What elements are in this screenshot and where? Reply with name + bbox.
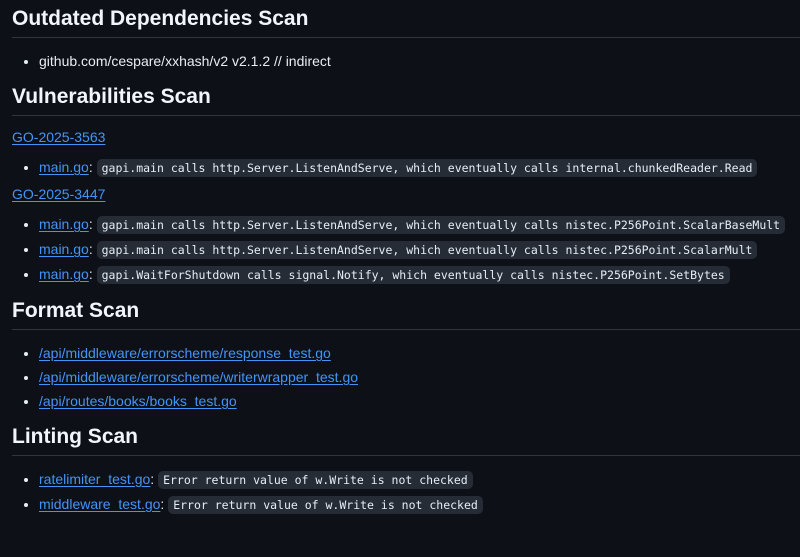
format-heading: Format Scan (12, 299, 800, 330)
vuln-link-go-2025-3447[interactable]: GO-2025-3447 (12, 184, 800, 204)
list-item: ratelimiter_test.go: Error return value … (39, 469, 800, 490)
linting-heading: Linting Scan (12, 425, 800, 456)
list-item: main.go: gapi.WaitForShutdown calls sign… (39, 264, 800, 285)
file-link[interactable]: /api/middleware/errorscheme/writerwrappe… (39, 369, 358, 385)
list-item: /api/middleware/errorscheme/writerwrappe… (39, 367, 800, 387)
list-item: middleware_test.go: Error return value o… (39, 494, 800, 515)
lint-message: Error return value of w.Write is not che… (168, 496, 483, 514)
separator: : (150, 471, 159, 487)
call-trace: gapi.main calls http.Server.ListenAndSer… (96, 241, 758, 259)
call-trace: gapi.main calls http.Server.ListenAndSer… (96, 216, 786, 234)
outdated-item: github.com/cespare/xxhash/v2 v2.1.2 // i… (39, 51, 800, 71)
report-page: Outdated Dependencies Scan github.com/ce… (0, 0, 800, 557)
outdated-heading: Outdated Dependencies Scan (12, 7, 800, 38)
separator: : (88, 159, 97, 175)
vuln-link-go-2025-3563[interactable]: GO-2025-3563 (12, 127, 800, 147)
call-trace: gapi.main calls http.Server.ListenAndSer… (96, 159, 758, 177)
list-item: /api/middleware/errorscheme/response_tes… (39, 343, 800, 363)
file-link[interactable]: middleware_test.go (39, 496, 160, 512)
file-link[interactable]: main.go (39, 241, 89, 257)
file-link[interactable]: main.go (39, 266, 89, 282)
outdated-list: github.com/cespare/xxhash/v2 v2.1.2 // i… (12, 51, 800, 71)
linting-list: ratelimiter_test.go: Error return value … (12, 469, 800, 515)
vuln-list-go-2025-3447: main.go: gapi.main calls http.Server.Lis… (12, 214, 800, 285)
file-link[interactable]: main.go (39, 159, 89, 175)
list-item: main.go: gapi.main calls http.Server.Lis… (39, 214, 800, 235)
vulnerabilities-heading: Vulnerabilities Scan (12, 85, 800, 116)
separator: : (88, 266, 97, 282)
file-link[interactable]: ratelimiter_test.go (39, 471, 150, 487)
call-trace: gapi.WaitForShutdown calls signal.Notify… (96, 266, 730, 284)
separator: : (88, 216, 97, 232)
vuln-list-go-2025-3563: main.go: gapi.main calls http.Server.Lis… (12, 157, 800, 178)
file-link[interactable]: /api/routes/books/books_test.go (39, 393, 237, 409)
file-link[interactable]: /api/middleware/errorscheme/response_tes… (39, 345, 331, 361)
lint-message: Error return value of w.Write is not che… (158, 471, 473, 489)
list-item: main.go: gapi.main calls http.Server.Lis… (39, 157, 800, 178)
list-item: /api/routes/books/books_test.go (39, 391, 800, 411)
file-link[interactable]: main.go (39, 216, 89, 232)
list-item: main.go: gapi.main calls http.Server.Lis… (39, 239, 800, 260)
separator: : (88, 241, 97, 257)
format-list: /api/middleware/errorscheme/response_tes… (12, 343, 800, 411)
